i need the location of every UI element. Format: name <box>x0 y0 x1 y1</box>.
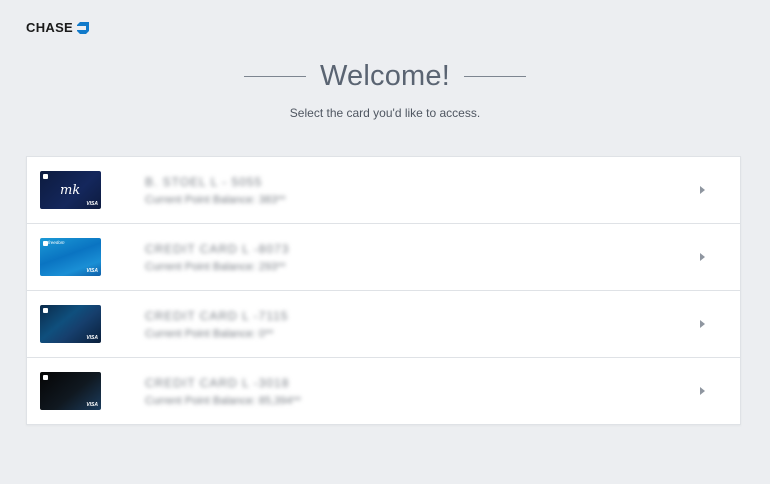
brand-name: CHASE <box>26 20 74 35</box>
card-image: VISA <box>40 372 101 410</box>
card-image: VISA <box>40 305 101 343</box>
card-details: CREDIT CARD L -8073 Current Point Balanc… <box>145 242 289 273</box>
card-name: B. STOEL L - 5055 <box>145 174 263 189</box>
card-details: CREDIT CARD L -7115 Current Point Balanc… <box>145 309 288 340</box>
card-name: CREDIT CARD L -3018 <box>145 375 290 390</box>
card-row[interactable]: VISA CREDIT CARD L -7115 Current Point B… <box>27 291 740 358</box>
page-title: Welcome! <box>320 60 450 92</box>
card-balance: Current Point Balance: 85,394** <box>145 394 301 407</box>
page-subtitle: Select the card you'd like to access. <box>289 106 481 120</box>
chevron-right-icon[interactable] <box>700 186 705 194</box>
card-row[interactable]: VISA CREDIT CARD L -3018 Current Point B… <box>27 358 740 424</box>
chevron-right-icon[interactable] <box>700 253 705 261</box>
card-name: CREDIT CARD L -8073 <box>145 241 290 256</box>
card-row[interactable]: freedom VISA CREDIT CARD L -8073 Current… <box>27 224 740 291</box>
chevron-right-icon[interactable] <box>700 320 705 328</box>
card-balance: Current Point Balance: 383** <box>145 193 286 206</box>
card-image: freedom VISA <box>40 238 101 276</box>
card-row[interactable]: mk VISA B. STOEL L - 5055 Current Point … <box>27 157 740 224</box>
card-details: B. STOEL L - 5055 Current Point Balance:… <box>145 175 286 206</box>
chase-logo[interactable]: CHASE <box>26 20 90 35</box>
card-details: CREDIT CARD L -3018 Current Point Balanc… <box>145 376 301 407</box>
card-balance: Current Point Balance: 0** <box>145 327 274 340</box>
card-name: CREDIT CARD L -7115 <box>145 308 289 323</box>
chevron-right-icon[interactable] <box>700 387 705 395</box>
divider-right <box>464 76 526 77</box>
card-list: mk VISA B. STOEL L - 5055 Current Point … <box>26 156 741 425</box>
card-image: mk VISA <box>40 171 101 209</box>
card-balance: Current Point Balance: 293** <box>145 260 286 273</box>
chase-octagon-icon <box>77 21 90 34</box>
divider-left <box>244 76 306 77</box>
welcome-heading: Welcome! <box>0 60 770 93</box>
